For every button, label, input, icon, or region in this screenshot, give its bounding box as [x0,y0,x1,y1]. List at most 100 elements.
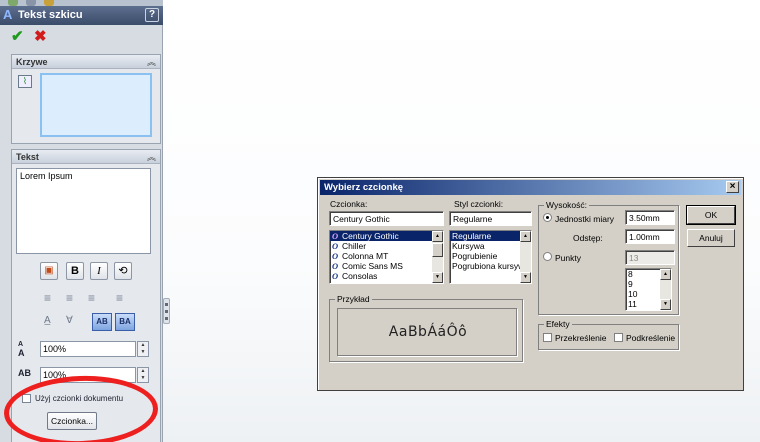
use-document-font-checkbox[interactable] [22,394,31,404]
height-group: Wysokość: Jednostki miary 3.50mm Odstęp:… [538,200,679,315]
scroll-down-arrow[interactable]: ▼ [520,272,531,283]
curves-group-header[interactable]: Krzywe ︽ [12,55,160,69]
cancel-button[interactable]: Anuluj [687,229,735,247]
units-height-input[interactable]: 3.50mm [625,210,675,225]
font-name-input[interactable]: Century Gothic [329,211,444,226]
list-item-label: Comic Sans MS [342,261,403,271]
effects-group-title: Efekty [544,319,572,329]
width-factor-input[interactable]: 100% [40,341,136,357]
font-type-icon: O [332,271,339,281]
list-item-label: Consolas [342,271,378,281]
curves-group: Krzywe ︽ ⌇ [11,54,161,144]
points-label: Punkty [555,253,581,263]
width-factor-spinner[interactable]: ▲ ▼ [137,341,149,357]
list-item[interactable]: O Consolas [330,271,443,281]
size-list-scrollbar[interactable]: ▲ ▼ [660,269,671,310]
point-size-list[interactable]: 8 9 10 11 ▲ ▼ [625,268,672,311]
list-item[interactable]: Pogrubienie [450,251,531,261]
reverse-text-button[interactable]: BA [115,313,135,331]
font-type-icon: O [332,261,339,271]
list-item-label: 9 [628,279,633,289]
list-item[interactable]: O Colonna MT [330,251,443,261]
list-item[interactable]: Pogrubiona kursywa [450,261,531,271]
help-button[interactable]: ? [145,8,159,22]
link-property-icon[interactable]: ▣ [40,262,58,280]
font-style-list[interactable]: Regularne Kursywa Pogrubienie Pogrubiona ku… [449,230,532,284]
width-factor-row: AA 100% ▲ ▼ [12,341,162,359]
flip-horizontal-icon[interactable]: ∀ [66,315,73,326]
ok-button[interactable]: OK [686,205,736,225]
sample-preview: AaBbÁáÔô [337,308,517,356]
use-document-font-row: Użyj czcionki dokumentu [22,394,162,406]
justify-icon[interactable]: ≡ [116,292,123,304]
cancel-x-icon[interactable]: ✖ [34,29,47,44]
list-item-label: Kursywa [452,241,485,251]
scroll-thumb[interactable] [432,243,443,257]
italic-button[interactable]: I [90,262,108,280]
vertical-text-button[interactable]: AB [92,313,112,331]
style-list-scrollbar[interactable]: ▲ ▼ [520,231,531,283]
font-style-input[interactable]: Regularne [449,211,532,226]
scroll-down-arrow[interactable]: ▼ [432,272,443,283]
units-radio[interactable] [543,213,552,222]
spacing-input[interactable]: 1.00mm [625,229,675,244]
width-factor-icon: AA [18,341,25,358]
font-type-icon: O [332,231,339,241]
underline-checkbox[interactable] [614,333,623,342]
strikethrough-label: Przekreślenie [555,333,607,343]
align-right-icon[interactable]: ≡ [88,292,95,304]
collapse-chevron-icon[interactable]: ︽ [147,150,156,163]
scroll-up-arrow[interactable]: ▲ [520,231,531,242]
spacing-factor-icon: AB [18,368,31,378]
flip-vertical-icon[interactable]: A̲ [44,315,51,326]
sample-group-title: Przykład [335,294,372,304]
scroll-up-arrow[interactable]: ▲ [432,231,443,242]
spacing-factor-input[interactable]: 100% [40,367,136,383]
use-document-font-label: Użyj czcionki dokumentu [35,394,124,403]
list-item[interactable]: O Chiller [330,241,443,251]
property-manager-panel: A Tekst szkicu ? ✔ ✖ Krzywe ︽ ⌇ Tekst ︽ … [0,0,163,442]
panel-splitter-handle[interactable] [163,298,170,324]
font-type-icon: O [332,241,339,251]
list-item-label: Chiller [342,241,367,251]
scroll-up-arrow[interactable]: ▲ [660,269,671,280]
font-dialog: Wybierz czcionkę × Czcionka: Century Got… [317,177,744,391]
dialog-titlebar: Wybierz czcionkę × [320,180,741,195]
list-item[interactable]: Kursywa [450,241,531,251]
bold-button[interactable]: B [66,262,84,280]
underline-label: Podkreślenie [626,333,676,343]
points-radio[interactable] [543,252,552,261]
spacing-factor-row: AB 100% ▲ ▼ [12,367,162,385]
list-item-label: 8 [628,269,633,279]
rotate-text-icon[interactable]: ⟲ [114,262,132,280]
height-group-title: Wysokość: [544,200,590,210]
list-item[interactable]: Regularne [450,231,531,241]
style-label: Styl czcionki: [454,199,504,209]
collapse-chevron-icon[interactable]: ︽ [147,55,156,68]
align-center-icon[interactable]: ≡ [66,292,73,304]
font-button[interactable]: Czcionka... [47,412,97,430]
list-item-label: Regularne [452,231,492,241]
sample-text: AaBbÁáÔô [388,324,468,340]
spacing-label: Odstęp: [573,233,603,243]
list-item-label: Century Gothic [342,231,399,241]
list-item[interactable]: O Century Gothic [330,231,443,241]
font-list[interactable]: O Century Gothic O Chiller O Colonna MT O Comic… [329,230,444,284]
spacing-factor-spinner[interactable]: ▲ ▼ [137,367,149,383]
sketch-text-input[interactable]: Lorem Ipsum [16,168,151,254]
dialog-close-button[interactable]: × [726,181,739,193]
effects-group: Efekty Przekreślenie Podkreślenie [538,319,679,350]
curve-select-icon: ⌇ [18,75,32,88]
list-item[interactable]: O Comic Sans MS [330,261,443,271]
sketch-text-icon: A [3,7,13,22]
curves-selection-box[interactable] [40,73,152,137]
align-left-icon[interactable]: ≡ [44,292,51,304]
scroll-down-arrow[interactable]: ▼ [660,299,671,310]
list-item-label: Pogrubiona kursywa [452,261,530,271]
strikethrough-checkbox[interactable] [543,333,552,342]
font-list-scrollbar[interactable]: ▲ ▼ [432,231,443,283]
points-input[interactable]: 13 [625,250,675,265]
ok-check-icon[interactable]: ✔ [11,29,24,44]
curves-group-title: Krzywe [16,57,48,67]
text-group-header[interactable]: Tekst ︽ [12,150,160,164]
